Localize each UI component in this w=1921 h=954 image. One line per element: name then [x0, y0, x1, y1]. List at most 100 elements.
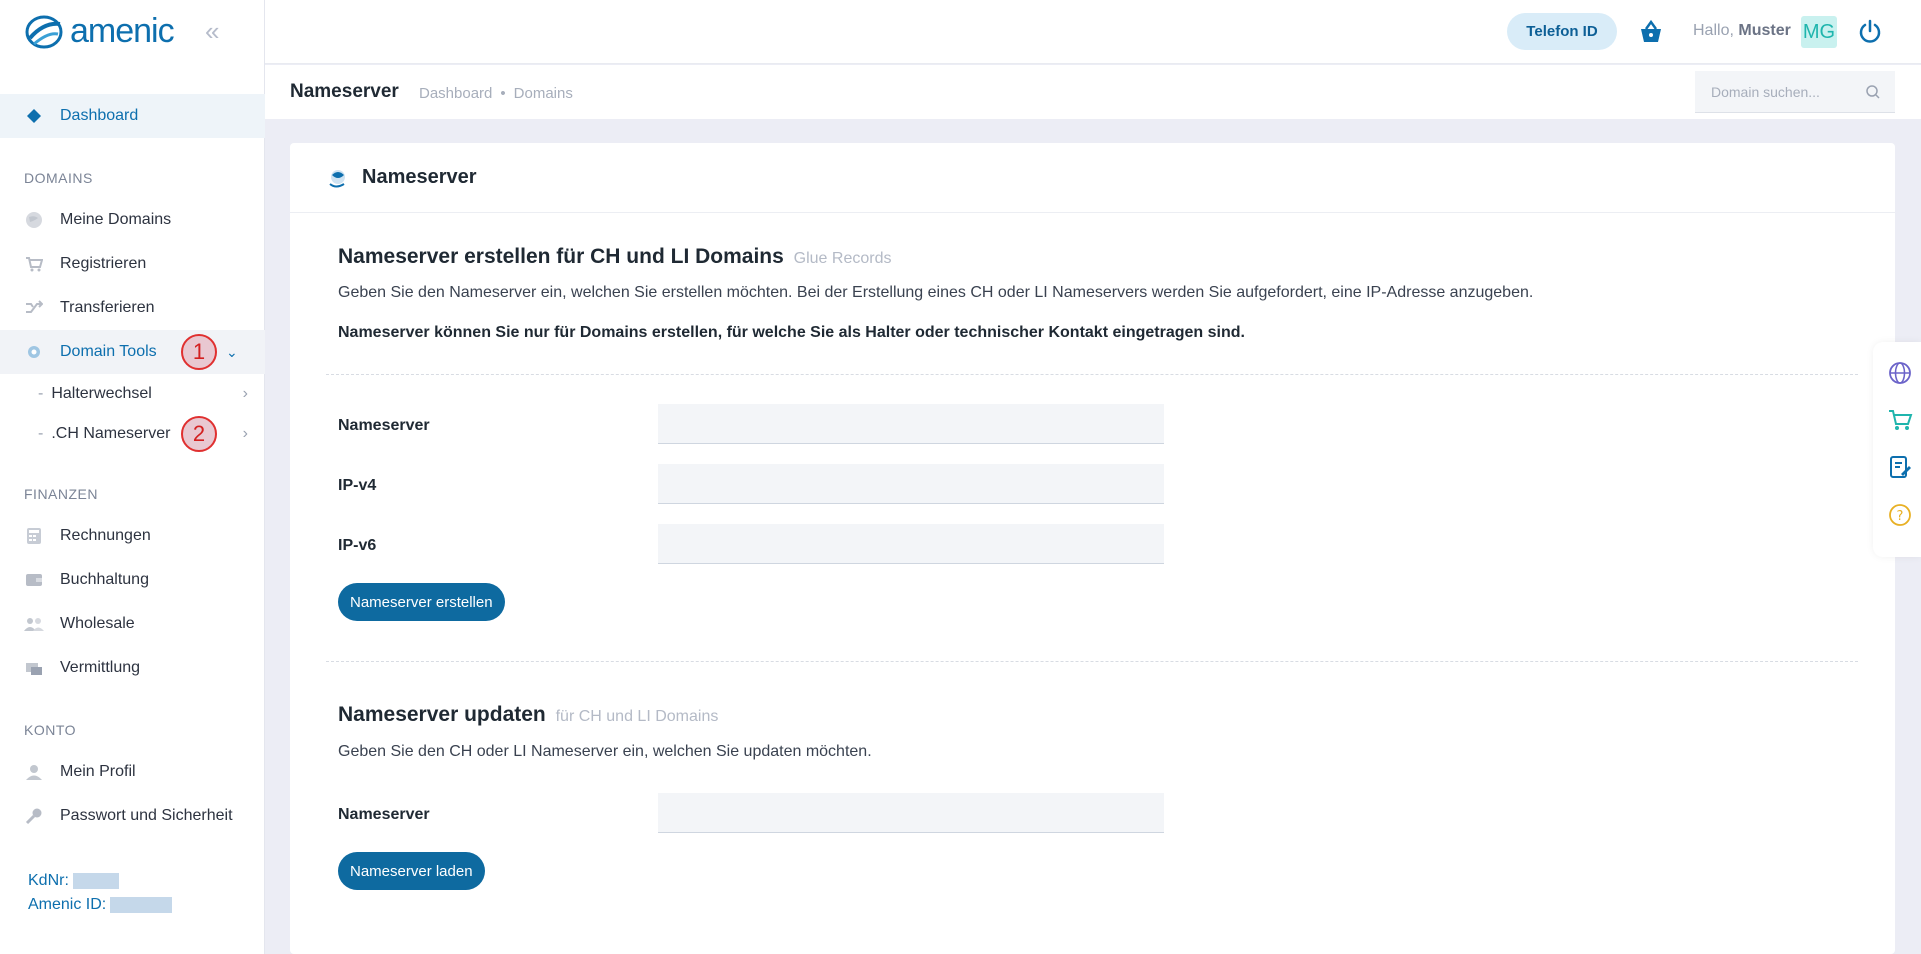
- greeting: Hallo, Muster: [1693, 22, 1791, 39]
- sidebar-subitem-halterwechsel[interactable]: - Halterwechsel ›: [38, 375, 248, 413]
- redacted-value: [72, 873, 119, 889]
- create-heading: Nameserver erstellen für CH und LI Domai…: [338, 245, 892, 268]
- sidebar-item-wholesale[interactable]: Wholesale: [0, 602, 265, 646]
- key-icon: [24, 806, 44, 826]
- diamond-icon: [24, 106, 44, 126]
- breadcrumb-separator: •: [500, 85, 506, 102]
- sidebar-subitem-ch-nameserver[interactable]: - .CH Nameserver 2 ›: [38, 415, 248, 453]
- globe-icon: [24, 210, 44, 230]
- customer-number: KdNr:: [28, 872, 119, 890]
- sidebar-item-transferieren[interactable]: Transferieren: [0, 286, 265, 330]
- sidebar-item-label: Registrieren: [60, 255, 147, 272]
- globe-icon[interactable]: [1887, 360, 1913, 386]
- cart-icon[interactable]: [1887, 407, 1913, 433]
- sidebar-item-vermittlung[interactable]: Vermittlung: [0, 646, 265, 690]
- breadcrumb-domains[interactable]: Domains: [514, 85, 573, 102]
- sidebar-item-domain-tools[interactable]: Domain Tools 1 ⌄: [0, 330, 265, 374]
- sidebar-item-label: Passwort und Sicherheit: [60, 807, 233, 824]
- users-icon: [24, 614, 44, 634]
- cart-icon: [24, 254, 44, 274]
- update-heading-muted: für CH und LI Domains: [555, 708, 719, 725]
- ipv4-label: IP-v4: [338, 477, 377, 494]
- document-edit-icon[interactable]: [1887, 454, 1913, 480]
- update-nameserver-label: Nameserver: [338, 806, 430, 823]
- create-note: Nameserver können Sie nur für Domains er…: [338, 324, 1245, 341]
- update-description: Geben Sie den CH oder LI Nameserver ein,…: [338, 743, 872, 760]
- section-label-domains: DOMAINS: [24, 170, 93, 186]
- domain-search-input[interactable]: [1711, 83, 1861, 100]
- sidebar-item-passwort[interactable]: Passwort und Sicherheit: [0, 794, 265, 838]
- sidebar-item-label: Meine Domains: [60, 211, 172, 228]
- wallet-icon: [24, 570, 44, 590]
- amenic-id-label: Amenic ID:: [28, 896, 107, 913]
- ipv4-input[interactable]: [658, 464, 1164, 504]
- ipv6-label: IP-v6: [338, 537, 377, 554]
- kdnr-label: KdNr:: [28, 872, 69, 889]
- sidebar-item-rechnungen[interactable]: Rechnungen: [0, 514, 265, 558]
- sidebar-item-label: Buchhaltung: [60, 571, 149, 588]
- ipv6-input[interactable]: [658, 524, 1164, 564]
- card-title: Nameserver: [362, 166, 477, 188]
- load-nameserver-button[interactable]: Nameserver laden: [338, 852, 485, 890]
- divider: [326, 661, 1858, 662]
- handshake-icon: [24, 658, 44, 678]
- shuffle-icon: [24, 298, 44, 318]
- nameserver-input[interactable]: [658, 404, 1164, 444]
- username: Muster: [1738, 22, 1791, 39]
- create-heading-muted: Glue Records: [793, 250, 892, 267]
- sidebar-item-mein-profil[interactable]: Mein Profil: [0, 750, 265, 794]
- subheader: Nameserver Dashboard • Domains: [265, 65, 1921, 119]
- amenic-id: Amenic ID:: [28, 896, 173, 914]
- sidebar: amenic « Dashboard DOMAINS Meine Domains…: [0, 0, 265, 954]
- topbar: Telefon ID Hallo, Muster MG: [265, 0, 1921, 64]
- sidebar-item-label: Mein Profil: [60, 763, 136, 780]
- card-header: Nameserver: [290, 143, 1895, 213]
- basket-icon[interactable]: [1637, 18, 1665, 46]
- annotation-marker-1: 1: [181, 334, 217, 370]
- sidebar-item-label: Vermittlung: [60, 659, 141, 676]
- chevron-right-icon: ›: [242, 425, 248, 442]
- nameserver-label: Nameserver: [338, 417, 430, 434]
- sidebar-item-label: Domain Tools: [60, 343, 157, 360]
- chevron-down-icon: ⌄: [226, 344, 238, 360]
- user-icon: [24, 762, 44, 782]
- calculator-icon: [24, 526, 44, 546]
- breadcrumb: Dashboard • Domains: [419, 85, 573, 102]
- sidebar-item-buchhaltung[interactable]: Buchhaltung: [0, 558, 265, 602]
- update-heading: Nameserver updaten für CH und LI Domains: [338, 703, 719, 726]
- page-title: Nameserver: [290, 81, 399, 102]
- help-icon[interactable]: ?: [1887, 502, 1913, 528]
- logo-swirl-icon: [25, 15, 63, 48]
- update-nameserver-input[interactable]: [658, 793, 1164, 833]
- svg-text:?: ?: [1897, 509, 1904, 524]
- sidebar-item-registrieren[interactable]: Registrieren: [0, 242, 265, 286]
- floating-toolbar: ?: [1873, 342, 1921, 557]
- sidebar-item-label: Dashboard: [60, 107, 139, 124]
- avatar[interactable]: MG: [1801, 16, 1837, 48]
- section-label-finanzen: FINANZEN: [24, 486, 98, 502]
- sidebar-item-meine-domains[interactable]: Meine Domains: [0, 198, 265, 242]
- breadcrumb-dashboard[interactable]: Dashboard: [419, 85, 492, 102]
- create-nameserver-button[interactable]: Nameserver erstellen: [338, 583, 505, 621]
- logo-text: amenic: [70, 12, 175, 50]
- nameserver-card: Nameserver Nameserver erstellen für CH u…: [290, 143, 1895, 954]
- redacted-value: [110, 897, 173, 913]
- domain-search: [1695, 71, 1895, 113]
- sidebar-item-label: Transferieren: [60, 299, 155, 316]
- create-description: Geben Sie den Nameserver ein, welchen Si…: [338, 284, 1534, 301]
- sidebar-item-label: Wholesale: [60, 615, 135, 632]
- power-icon[interactable]: [1856, 18, 1884, 46]
- sidebar-item-label: Rechnungen: [60, 527, 151, 544]
- search-icon[interactable]: [1865, 84, 1881, 100]
- sidebar-subitem-label: .CH Nameserver: [51, 425, 171, 442]
- divider: [326, 374, 1858, 375]
- chevron-right-icon: ›: [242, 385, 248, 402]
- sidebar-subitem-label: Halterwechsel: [51, 385, 152, 402]
- annotation-marker-2: 2: [181, 416, 217, 452]
- collapse-sidebar-icon[interactable]: «: [205, 18, 231, 44]
- telefon-id-button[interactable]: Telefon ID: [1507, 13, 1617, 50]
- gear-icon: [24, 342, 44, 362]
- sidebar-item-dashboard[interactable]: Dashboard: [0, 94, 265, 138]
- logo[interactable]: amenic: [24, 12, 175, 51]
- globe-icon: [329, 169, 345, 187]
